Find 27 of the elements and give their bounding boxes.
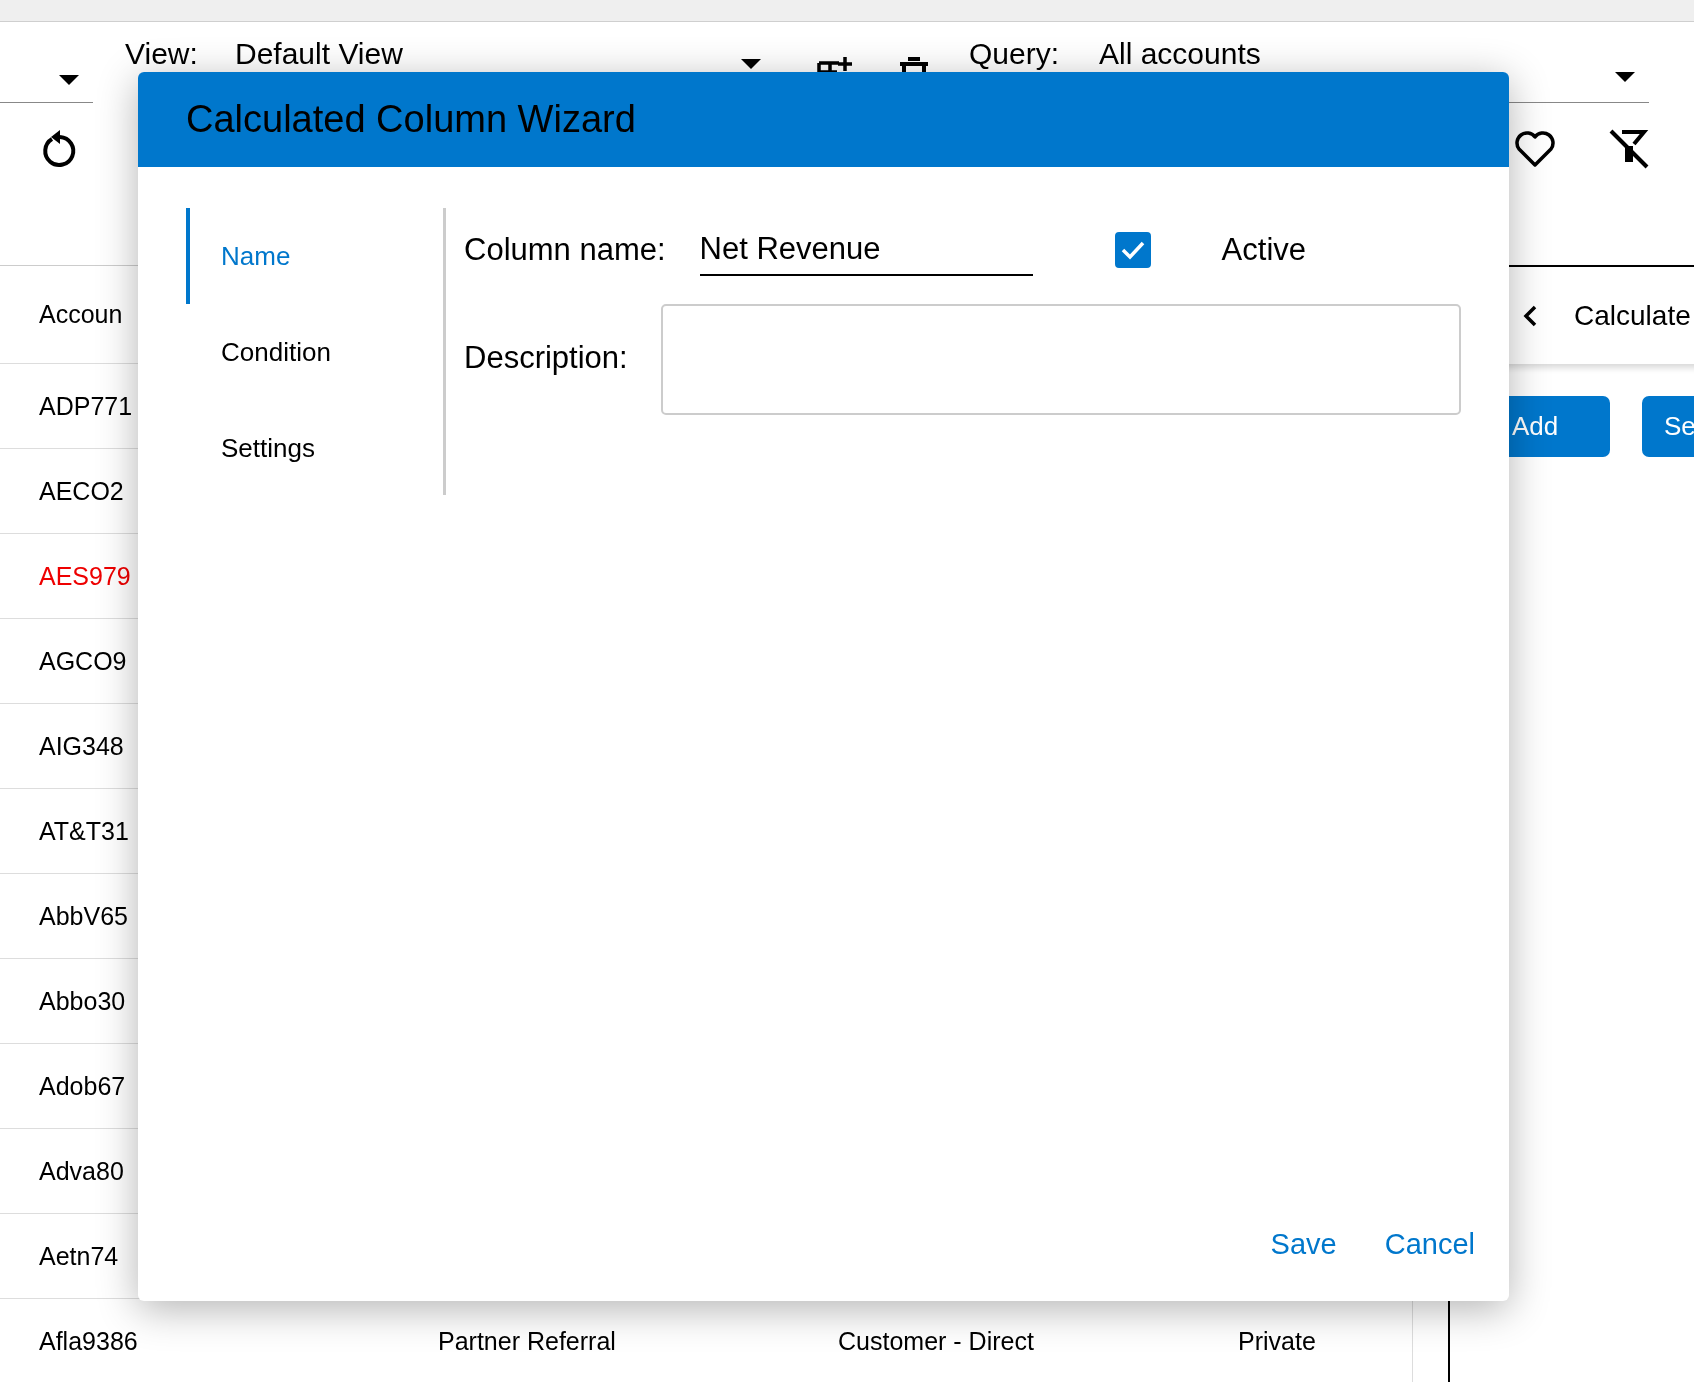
table-cell-text: Customer - Direct [838, 1326, 1035, 1356]
table-cell-text: Partner Referral [438, 1326, 617, 1356]
wizard-step[interactable]: Condition [186, 304, 443, 400]
table-cell-text: Afla9386 [38, 1326, 139, 1356]
query-label: Query: [969, 37, 1061, 71]
table-cell-text: Private [1238, 1326, 1317, 1356]
active-label: Active [1221, 232, 1306, 268]
table-cell-text: Adva80 [38, 1156, 125, 1186]
wizard-step[interactable]: Name [186, 208, 443, 304]
column-name-label: Column name: [464, 232, 666, 268]
panel-button[interactable]: Se [1642, 396, 1694, 457]
table-cell-text: ADP771 [38, 391, 134, 421]
table-cell-text: Adob67 [38, 1071, 127, 1101]
table-cell-text: AT&T31 [38, 816, 130, 846]
table-cell-text: Abbo30 [38, 986, 127, 1016]
description-label: Description: [464, 340, 628, 376]
table-cell-text: AES979 [38, 561, 132, 591]
view-label: View: [125, 37, 199, 71]
table-cell-text: AIG348 [38, 731, 125, 761]
dialog-button[interactable]: Cancel [1372, 1224, 1487, 1265]
table-cell-text: AbbV65 [38, 901, 129, 931]
table-cell-text: AECO2 [38, 476, 125, 506]
table-cell-text: Aetn74 [38, 1241, 120, 1271]
panel-title: Calculate [1574, 299, 1691, 332]
wizard-step[interactable]: Settings [186, 400, 443, 496]
dialog-button[interactable]: Save [1258, 1224, 1349, 1265]
table-cell-text: AGCO9 [38, 646, 128, 676]
